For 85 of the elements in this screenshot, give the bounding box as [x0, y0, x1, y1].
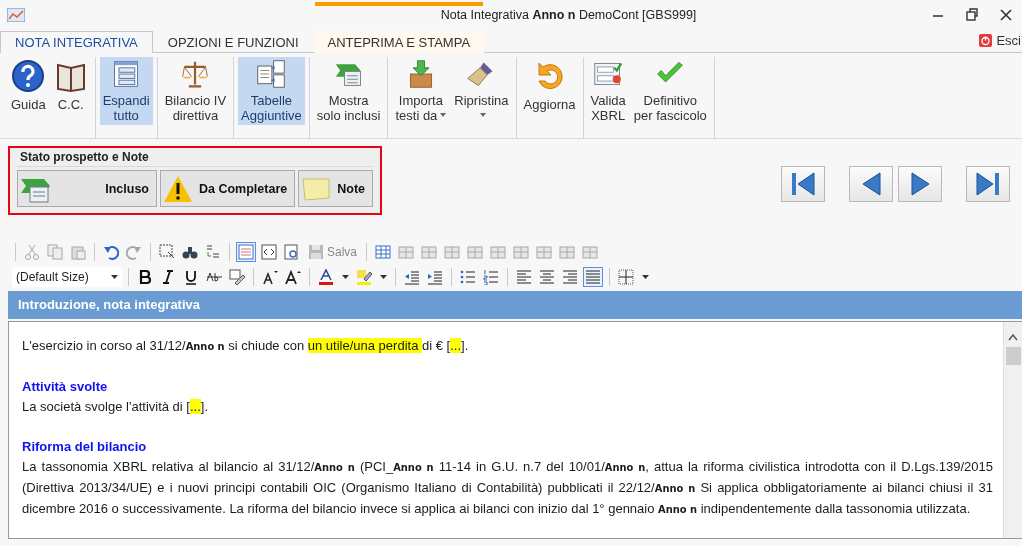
close-icon[interactable]	[1000, 8, 1012, 22]
paragraph: La società svolge l'attività di [...].	[22, 398, 210, 416]
insert-row-below-icon	[444, 243, 461, 260]
first-page-button[interactable]	[781, 166, 825, 202]
scrollbar[interactable]	[1003, 322, 1022, 538]
status-button[interactable]: Note	[298, 170, 373, 207]
spellcheck-button[interactable]	[227, 266, 247, 287]
align-right-icon	[562, 268, 578, 285]
help-icon	[11, 59, 46, 93]
table-properties-icon	[398, 243, 415, 260]
highlight-color-icon	[356, 268, 372, 285]
scroll-up-icon	[1008, 334, 1018, 341]
cut-icon	[24, 243, 40, 260]
html-view-button[interactable]	[259, 241, 279, 262]
copy-button[interactable]	[45, 241, 65, 262]
font-size-dropdown[interactable]: (Default Size)	[12, 266, 122, 287]
caret-icon	[379, 274, 387, 279]
paragraph: La tassonomia XBRL relativa al bilancio al 31/12/Anno n (PCI_Anno n 11-14 in G.U. n.7 del 10/01/Anno n, attua la riforma civilistica introdotta con il D.Lgs.139/2015 (Direttiva 2013/34/UE) e i nuovi principi contabili OIC (Organismo Italiano di Contabilità) pubblicati il 22/12/Anno n Si applica obbligatoriamente ai bilanci chiusi il 31 dicembre 2016 o successivamente. La riforma del bilancio invece si applica ai bilanci con inizio dal 1° gennaio Anno n indipendentemente dalla tassonomia utilizzata.	[22, 458, 993, 518]
power-icon	[979, 34, 993, 47]
insert-row-above-icon	[421, 243, 438, 260]
ribbon-button[interactable]: Ripristina	[451, 57, 512, 125]
align-left-icon	[516, 268, 532, 285]
paste-icon	[70, 243, 86, 260]
undo-icon	[103, 243, 119, 260]
delete-column-icon	[536, 243, 553, 260]
redo-icon	[126, 243, 142, 260]
exit-button[interactable]: Esci	[979, 31, 1022, 53]
align-center-icon	[539, 268, 555, 285]
ribbon-button[interactable]: Tabelle Aggiuntive	[238, 57, 305, 125]
bold-icon	[137, 268, 153, 285]
caret-icon	[641, 274, 649, 279]
ribbon-button[interactable]: Aggiorna	[520, 57, 579, 125]
copy-icon	[47, 243, 63, 260]
ribbon-tab[interactable]: OPZIONI E FUNZIONI	[152, 31, 314, 53]
design-view-icon	[238, 243, 254, 260]
caret-icon	[111, 274, 118, 279]
numbered-list-icon	[483, 268, 499, 285]
section-heading: Riforma del bilancio	[22, 438, 148, 456]
table-icon	[375, 243, 392, 260]
insert-column-left-icon	[467, 243, 484, 260]
sticky-note-icon	[301, 175, 332, 202]
status-button[interactable]: Da Completare	[160, 170, 296, 207]
bulleted-list-icon	[460, 268, 476, 285]
window-title: Nota Integrativa Anno n DemoCont [GBS999]	[439, 8, 698, 22]
indent-icon	[427, 268, 443, 285]
split-cells-icon	[582, 243, 599, 260]
status-button[interactable]: Incluso	[17, 170, 157, 207]
panel-title: Stato prospetto e Note	[17, 150, 373, 167]
next-button[interactable]	[898, 166, 942, 202]
ribbon-button[interactable]: Mostra solo inclusi	[313, 57, 384, 125]
increase-font-icon	[285, 268, 301, 285]
italic-icon	[160, 268, 176, 285]
paragraph: L'esercizio in corso al 31/12/Anno n si chiude con un utile/una perdita di € [...].	[22, 337, 470, 355]
spellcheck-icon	[229, 268, 245, 285]
caret-icon	[341, 274, 349, 279]
help-button[interactable]: Guida	[8, 57, 49, 125]
merge-cells-icon	[559, 243, 576, 260]
ribbon-button[interactable]: C.C.	[50, 57, 91, 125]
underline-icon	[183, 268, 199, 285]
delete-row-icon	[513, 243, 530, 260]
html-view-icon	[261, 243, 277, 260]
align-justify-icon	[585, 268, 601, 285]
last-page-button[interactable]	[966, 166, 1010, 202]
section-heading: Attività svolte	[22, 378, 109, 396]
font-color-button[interactable]	[316, 266, 336, 287]
outdent-icon	[404, 268, 420, 285]
restore-icon[interactable]	[966, 8, 978, 22]
select-all-icon	[159, 243, 175, 260]
previous-button[interactable]	[849, 166, 893, 202]
ribbon-button[interactable]: Espandi tutto	[99, 57, 153, 125]
ribbon-button[interactable]: Valida XBRL	[587, 57, 629, 125]
app-logo-icon	[7, 8, 25, 22]
warning-icon	[163, 174, 193, 203]
ribbon-button[interactable]: Importa testi da	[392, 57, 450, 125]
font-color-icon	[318, 268, 334, 285]
borders-icon	[618, 268, 634, 285]
scrollbar-thumb[interactable]	[1005, 347, 1021, 365]
ribbon-button[interactable]: Bilancio IV direttiva	[161, 57, 230, 125]
decrease-font-icon	[262, 268, 278, 285]
preview-view-icon	[284, 243, 300, 260]
ribbon-button[interactable]: Definitivo per fascicolo	[630, 57, 710, 125]
section-header: Introduzione, nota integrativa	[8, 291, 1022, 319]
insert-column-right-icon	[490, 243, 507, 260]
align-justify-button[interactable]	[583, 266, 603, 287]
ribbon-tab[interactable]: NOTA INTEGRATIVA	[0, 31, 153, 53]
